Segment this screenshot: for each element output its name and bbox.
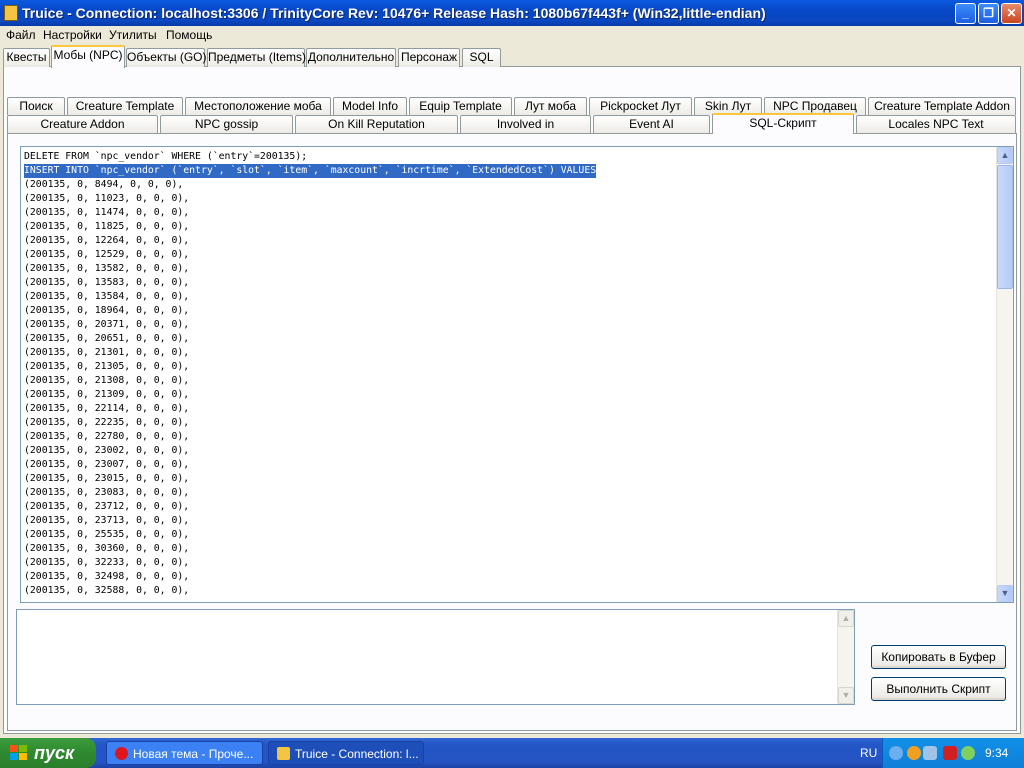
- sql-script-editor[interactable]: DELETE FROM `npc_vendor` WHERE (`entry`=…: [20, 146, 1014, 603]
- close-button[interactable]: ✕: [1001, 3, 1022, 24]
- sql-line: (200135, 0, 25535, 0, 0, 0),: [24, 529, 190, 540]
- sql-line: (200135, 0, 12264, 0, 0, 0),: [24, 235, 190, 246]
- taskbar-item-opera[interactable]: Новая тема - Проче...: [106, 741, 263, 765]
- start-label: пуск: [34, 743, 75, 763]
- subtab-creature-loot[interactable]: Лут моба: [514, 97, 587, 115]
- sql-line: (200135, 0, 23712, 0, 0, 0),: [24, 501, 190, 512]
- windows-flag-icon: [10, 745, 28, 761]
- sql-line: DELETE FROM `npc_vendor` WHERE (`entry`=…: [24, 151, 308, 162]
- maximize-button[interactable]: ❐: [978, 3, 999, 24]
- subtab-creature-location[interactable]: Местоположение моба: [185, 97, 331, 115]
- sql-line: (200135, 0, 23015, 0, 0, 0),: [24, 473, 190, 484]
- sql-line: (200135, 0, 13584, 0, 0, 0),: [24, 291, 190, 302]
- menu-utilities[interactable]: Утилиты: [109, 28, 157, 42]
- sql-line: (200135, 0, 21301, 0, 0, 0),: [24, 347, 190, 358]
- sql-line: (200135, 0, 21305, 0, 0, 0),: [24, 361, 190, 372]
- sql-line: (200135, 0, 20371, 0, 0, 0),: [24, 319, 190, 330]
- subtab-on-kill-reputation[interactable]: On Kill Reputation: [295, 115, 458, 133]
- sql-line: (200135, 0, 12529, 0, 0, 0),: [24, 249, 190, 260]
- sql-line: (200135, 0, 18964, 0, 0, 0),: [24, 305, 190, 316]
- subtab-model-info[interactable]: Model Info: [333, 97, 407, 115]
- title-bar[interactable]: Truice - Connection: localhost:3306 / Tr…: [0, 0, 1024, 26]
- sql-line: (200135, 0, 32233, 0, 0, 0),: [24, 557, 190, 568]
- tab-character[interactable]: Персонаж: [398, 48, 460, 67]
- output-scroll-down-button[interactable]: ▼: [838, 687, 854, 704]
- network-icon[interactable]: [923, 746, 937, 760]
- subtab-sql-script[interactable]: SQL-Скрипт: [712, 113, 854, 134]
- scroll-thumb[interactable]: [997, 165, 1013, 289]
- subtab-pickpocket-loot[interactable]: Pickpocket Лут: [589, 97, 692, 115]
- clock: 9:34: [985, 746, 1009, 760]
- main-tab-strip: Квесты Мобы (NPC) Объекты (GO) Предметы …: [0, 45, 1024, 68]
- copy-to-clipboard-button[interactable]: Копировать в Буфер: [871, 645, 1006, 669]
- sql-line-selected: INSERT INTO `npc_vendor` (`entry`, `slot…: [24, 164, 597, 178]
- sql-line: (200135, 0, 20651, 0, 0, 0),: [24, 333, 190, 344]
- language-indicator[interactable]: RU: [860, 746, 877, 760]
- sql-script-text: DELETE FROM `npc_vendor` WHERE (`entry`=…: [24, 150, 597, 598]
- menu-bar: Файл Настройки Утилиты Помощь: [0, 26, 1024, 45]
- tab-items[interactable]: Предметы (Items): [207, 48, 306, 67]
- subtab-npc-gossip[interactable]: NPC gossip: [160, 115, 293, 133]
- sql-line: (200135, 0, 22780, 0, 0, 0),: [24, 431, 190, 442]
- tab-additional[interactable]: Дополнительно: [306, 48, 396, 67]
- output-scroll-up-button[interactable]: ▲: [838, 610, 854, 627]
- taskbar-item-truice[interactable]: Truice - Connection: l...: [268, 741, 424, 765]
- minimize-button[interactable]: _: [955, 3, 976, 24]
- scroll-down-button[interactable]: ▼: [997, 585, 1013, 602]
- tab-sql[interactable]: SQL: [462, 48, 501, 67]
- subtab-involved-in[interactable]: Involved in: [460, 115, 591, 133]
- subtab-locales-npc-text[interactable]: Locales NPC Text: [856, 115, 1016, 133]
- sql-line: (200135, 0, 32498, 0, 0, 0),: [24, 571, 190, 582]
- menu-settings[interactable]: Настройки: [43, 28, 102, 42]
- sql-line: (200135, 0, 23002, 0, 0, 0),: [24, 445, 190, 456]
- sql-line: (200135, 0, 21309, 0, 0, 0),: [24, 389, 190, 400]
- menu-file[interactable]: Файл: [6, 28, 36, 42]
- app-icon: [4, 5, 18, 21]
- tab-npc[interactable]: Мобы (NPC): [51, 45, 125, 68]
- window-title: Truice - Connection: localhost:3306 / Tr…: [22, 5, 766, 21]
- taskbar-item-label: Truice - Connection: l...: [295, 747, 419, 761]
- sql-line: (200135, 0, 30360, 0, 0, 0),: [24, 543, 190, 554]
- sql-line: (200135, 0, 13583, 0, 0, 0),: [24, 277, 190, 288]
- sql-line: (200135, 0, 21308, 0, 0, 0),: [24, 375, 190, 386]
- output-scrollbar[interactable]: ▲ ▼: [837, 610, 854, 704]
- sql-line: (200135, 0, 23007, 0, 0, 0),: [24, 459, 190, 470]
- subtab-creature-addon[interactable]: Creature Addon: [7, 115, 158, 133]
- run-script-button[interactable]: Выполнить Скрипт: [871, 677, 1006, 701]
- sql-line: (200135, 0, 11023, 0, 0, 0),: [24, 193, 190, 204]
- taskbar-item-label: Новая тема - Проче...: [133, 747, 254, 761]
- tab-quests[interactable]: Квесты: [3, 48, 50, 67]
- scroll-up-button[interactable]: ▲: [997, 147, 1013, 164]
- sql-line: (200135, 0, 8494, 0, 0, 0),: [24, 179, 184, 190]
- tab-gameobjects[interactable]: Объекты (GO): [126, 48, 206, 67]
- tray-expand-icon[interactable]: [889, 746, 903, 760]
- sql-scrollbar[interactable]: ▲ ▼: [996, 147, 1013, 602]
- sql-line: (200135, 0, 22235, 0, 0, 0),: [24, 417, 190, 428]
- tray-app-icon[interactable]: [907, 746, 921, 760]
- sql-line: (200135, 0, 22114, 0, 0, 0),: [24, 403, 190, 414]
- opera-icon: [115, 747, 128, 760]
- security-shield-icon[interactable]: [943, 746, 957, 760]
- taskbar: пуск Новая тема - Проче... Truice - Conn…: [0, 738, 1024, 768]
- subtab-event-ai[interactable]: Event AI: [593, 115, 710, 133]
- sql-line: (200135, 0, 13582, 0, 0, 0),: [24, 263, 190, 274]
- subtab-equip-template[interactable]: Equip Template: [409, 97, 512, 115]
- truice-icon: [277, 747, 290, 760]
- start-button[interactable]: пуск: [0, 738, 96, 768]
- sql-line: (200135, 0, 11825, 0, 0, 0),: [24, 221, 190, 232]
- subtab-search[interactable]: Поиск: [7, 97, 65, 115]
- sql-line: (200135, 0, 23713, 0, 0, 0),: [24, 515, 190, 526]
- sql-output-area[interactable]: ▲ ▼: [16, 609, 855, 705]
- tray-status-icon[interactable]: [961, 746, 975, 760]
- sql-line: (200135, 0, 11474, 0, 0, 0),: [24, 207, 190, 218]
- subtab-creature-template[interactable]: Creature Template: [67, 97, 183, 115]
- sql-line: (200135, 0, 32588, 0, 0, 0),: [24, 585, 190, 596]
- subtab-creature-template-addon[interactable]: Creature Template Addon: [868, 97, 1016, 115]
- sql-line: (200135, 0, 23083, 0, 0, 0),: [24, 487, 190, 498]
- menu-help[interactable]: Помощь: [166, 28, 212, 42]
